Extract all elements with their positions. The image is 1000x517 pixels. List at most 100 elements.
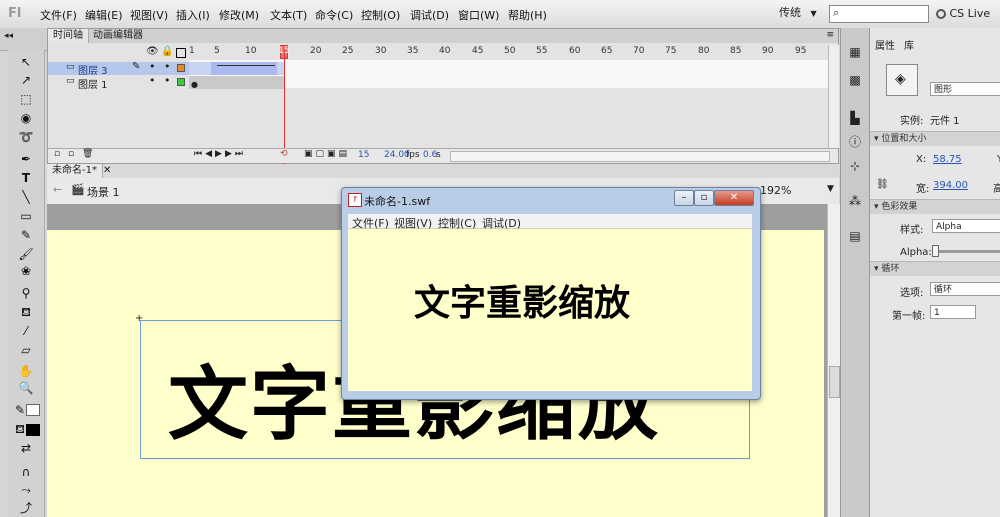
layer-color-swatch[interactable] [177,78,185,86]
align-panel-icon[interactable]: ▙ [847,110,863,126]
snap-magnet-icon[interactable]: ∩ [16,464,36,480]
lock-icon[interactable]: 🔒 [161,46,173,57]
menu-view[interactable]: 视图(V) [130,7,168,23]
current-frame[interactable]: 15 [358,150,369,160]
smooth-icon[interactable]: ⤳ [16,482,36,498]
line-tool-icon[interactable]: ╲ [16,189,36,205]
stroke-color-swatch[interactable] [26,404,40,416]
scene-name[interactable]: 场景 1 [87,184,120,200]
timeline-hscroll[interactable] [450,151,830,162]
delete-layer-icon[interactable]: 🗑 [82,149,93,159]
swap-colors-icon[interactable]: ⇄ [16,440,36,456]
menu-text[interactable]: 文本(T) [270,7,307,23]
tab-timeline[interactable]: 时间轴 [48,29,89,43]
visibility-dot[interactable]: • [149,74,156,87]
cs-live-button[interactable]: CS Live [936,6,990,22]
section-position-size[interactable]: ▾ 位置和大小 [870,131,1000,146]
menu-window[interactable]: 窗口(W) [458,7,499,23]
help-search-input[interactable]: ⌕ [829,5,929,23]
menu-edit[interactable]: 编辑(E) [85,7,123,23]
width-value[interactable]: 394.00 [933,180,968,191]
fill-color-swatch[interactable] [26,424,40,436]
text-tool-icon[interactable]: T [16,170,36,186]
tab-motion-editor[interactable]: 动画编辑器 [88,29,148,43]
pen-tool-icon[interactable]: ✒ [16,151,36,167]
minimize-button[interactable]: – [674,190,694,206]
selection-tool-icon[interactable]: ↖ [16,54,36,70]
components-panel-icon[interactable]: ⁂ [847,193,863,209]
motion-presets-icon[interactable]: ▤ [847,228,863,244]
show-hide-icon[interactable]: 👁 [146,46,159,57]
subselection-tool-icon[interactable]: ↗ [16,72,36,88]
link-icon[interactable]: ⛓ [876,179,889,190]
3d-rotation-tool-icon[interactable]: ◉ [16,110,36,126]
menu-modify[interactable]: 修改(M) [219,7,259,23]
menu-insert[interactable]: 插入(I) [176,7,210,23]
section-loop[interactable]: ▾ 循环 [870,261,1000,276]
new-layer-icon[interactable]: ▫ [54,149,60,159]
color-panel-icon[interactable]: ▦ [847,44,863,60]
menu-file[interactable]: 文件(F) [40,7,77,23]
menu-debug[interactable]: 调试(D) [410,7,449,23]
back-arrow-icon[interactable]: ← [53,183,62,196]
frames-grid[interactable]: ● [189,60,829,89]
onion-skin-icon[interactable]: ▣▢▣▤ [304,149,350,159]
menu-commands[interactable]: 命令(C) [315,7,353,23]
tab-properties[interactable]: 属性 [872,37,898,52]
tab-document[interactable]: 未命名-1* [47,164,103,178]
motion-tween-span[interactable] [211,62,277,75]
lock-dot[interactable]: • [164,60,171,73]
tab-library[interactable]: 库 [904,37,914,52]
chevron-down-icon[interactable]: ▼ [827,184,834,194]
brush-tool-icon[interactable]: 🖌 [16,246,36,262]
paint-bucket-tool-icon[interactable]: ⛾ [16,304,36,320]
layer-color-swatch[interactable] [177,64,185,72]
rectangle-tool-icon[interactable]: ▭ [16,208,36,224]
close-button[interactable]: ✕ [714,190,754,206]
swatches-panel-icon[interactable]: ▩ [847,72,863,88]
loop-icon[interactable]: ⟲ [280,149,288,159]
close-icon[interactable]: ✕ [103,165,111,176]
info-panel-icon[interactable]: ⓘ [847,134,863,150]
scroll-thumb[interactable] [829,366,840,398]
outline-icon[interactable] [176,48,186,58]
menu-control[interactable]: 控制(O) [361,7,400,23]
visibility-dot[interactable]: • [149,60,156,73]
layer-name[interactable]: 图层 3 [78,62,108,77]
zoom-value[interactable]: 192% [760,184,791,197]
loop-option-dropdown[interactable]: 循环 [930,282,1000,296]
transform-panel-icon[interactable]: ⊹ [847,158,863,174]
workspace-switcher[interactable]: 传统 ▼ [775,4,825,22]
collapse-icon[interactable]: ◂◂ [4,31,13,41]
alpha-slider[interactable] [932,250,1000,253]
layer-row-1[interactable]: ▭ 图层 1 • • [48,74,189,91]
lasso-tool-icon[interactable]: ➰ [16,129,36,145]
playback-controls-icon[interactable]: ⏮◀▶▶⏭ [194,149,246,159]
style-dropdown[interactable]: Alpha [932,219,1000,233]
pencil-tool-icon[interactable]: ✎ [16,227,36,243]
new-folder-icon[interactable]: ▫ [68,149,74,159]
straighten-icon[interactable]: ⤴ [16,500,36,516]
x-value[interactable]: 58.75 [933,154,962,165]
maximize-button[interactable]: ▫ [694,190,714,206]
symbol-type-dropdown[interactable]: 图形 [930,82,1000,96]
hand-tool-icon[interactable]: ✋ [16,363,36,379]
swf-content: 文字重影缩放 [348,229,752,391]
keyframe-dot[interactable]: ● [191,80,198,89]
deco-tool-icon[interactable]: ❀ [16,263,36,279]
eraser-tool-icon[interactable]: ▱ [16,342,36,358]
alpha-slider-handle[interactable] [932,245,939,257]
layer-name[interactable]: 图层 1 [78,76,108,91]
first-frame-input[interactable]: 1 [930,305,976,319]
eyedropper-tool-icon[interactable]: ⁄ [16,323,36,339]
stage-vscroll[interactable] [827,204,840,517]
panel-menu-icon[interactable]: ≡ [826,30,834,40]
ruler-tick: 55 [536,46,548,56]
free-transform-tool-icon[interactable]: ⬚ [16,91,36,107]
menu-help[interactable]: 帮助(H) [508,7,547,23]
lock-dot[interactable]: • [164,74,171,87]
zoom-tool-icon[interactable]: 🔍 [16,380,36,396]
timeline-vscroll[interactable] [828,45,839,148]
bone-tool-icon[interactable]: ⚲ [16,285,36,301]
section-color-effect[interactable]: ▾ 色彩效果 [870,199,1000,214]
